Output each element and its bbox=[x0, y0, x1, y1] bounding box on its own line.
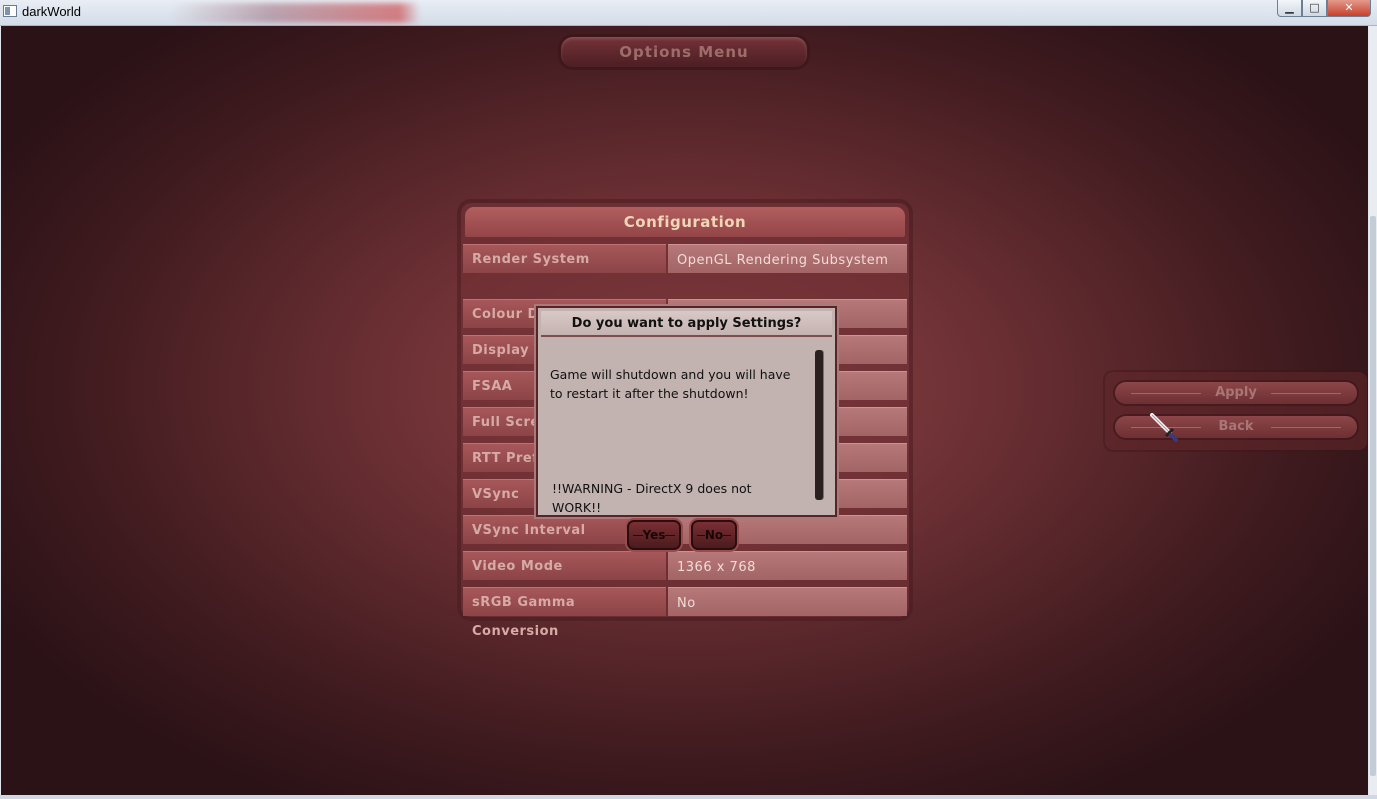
config-row-value[interactable]: OpenGL Rendering Subsystem bbox=[668, 244, 907, 273]
close-button[interactable]: ✕ bbox=[1327, 0, 1371, 17]
window-title: darkWorld bbox=[22, 4, 82, 19]
config-row-label: sRGB Gamma Conversion bbox=[463, 587, 666, 639]
config-row-label: Video Mode bbox=[463, 551, 666, 580]
no-deco-right bbox=[723, 535, 731, 536]
game-viewport: Options Menu Configuration Render System… bbox=[1, 26, 1368, 795]
maximize-button[interactable]: □ bbox=[1302, 0, 1327, 17]
config-row-value[interactable]: 1366 x 768 bbox=[668, 551, 907, 580]
window-titlebar: darkWorld ▁ □ ✕ bbox=[0, 0, 1377, 26]
apply-deco-left bbox=[1131, 393, 1201, 394]
yes-label: Yes bbox=[642, 528, 666, 542]
apply-deco-right bbox=[1271, 393, 1341, 394]
yes-button[interactable]: Yes bbox=[627, 520, 681, 550]
minimize-button[interactable]: ▁ bbox=[1277, 0, 1302, 17]
dialog-body: Game will shutdown and you will have to … bbox=[550, 346, 810, 536]
dialog-warning: !!WARNING - DirectX 9 does not WORK!! bbox=[552, 481, 752, 515]
sword-cursor-icon bbox=[1150, 413, 1178, 442]
window-controls: ▁ □ ✕ bbox=[1277, 0, 1371, 17]
no-deco-left bbox=[697, 535, 705, 536]
dialog-title: Do you want to apply Settings? bbox=[541, 311, 832, 337]
config-row: sRGB Gamma Conversion No bbox=[463, 587, 907, 639]
no-button[interactable]: No bbox=[691, 520, 737, 550]
app-icon bbox=[3, 5, 17, 17]
yes-deco-left bbox=[633, 535, 643, 536]
no-label: No bbox=[704, 528, 724, 542]
yes-deco-right bbox=[665, 535, 675, 536]
back-label: Back bbox=[1218, 419, 1254, 434]
back-deco-right bbox=[1271, 427, 1341, 428]
titlebar-artifact bbox=[170, 3, 420, 23]
window-scrollbar-thumb[interactable] bbox=[1370, 216, 1376, 776]
configuration-title: Configuration bbox=[465, 207, 905, 237]
options-menu-title: Options Menu bbox=[561, 37, 807, 67]
window-scrollbar[interactable] bbox=[1369, 26, 1377, 795]
config-row-label: Render System bbox=[463, 244, 666, 273]
config-row: Video Mode 1366 x 768 bbox=[463, 551, 907, 580]
apply-button[interactable]: Apply bbox=[1115, 382, 1357, 404]
dialog-scrollbar[interactable] bbox=[815, 350, 823, 500]
dialog-message: Game will shutdown and you will have to … bbox=[550, 367, 791, 401]
apply-label: Apply bbox=[1215, 385, 1257, 400]
apply-settings-dialog: Do you want to apply Settings? Game will… bbox=[536, 306, 837, 517]
config-row-value[interactable]: No bbox=[668, 587, 907, 616]
window-bottom-border bbox=[0, 795, 1377, 799]
side-actions-panel: Apply Back bbox=[1105, 372, 1367, 450]
config-row: Render System OpenGL Rendering Subsystem bbox=[463, 244, 907, 273]
